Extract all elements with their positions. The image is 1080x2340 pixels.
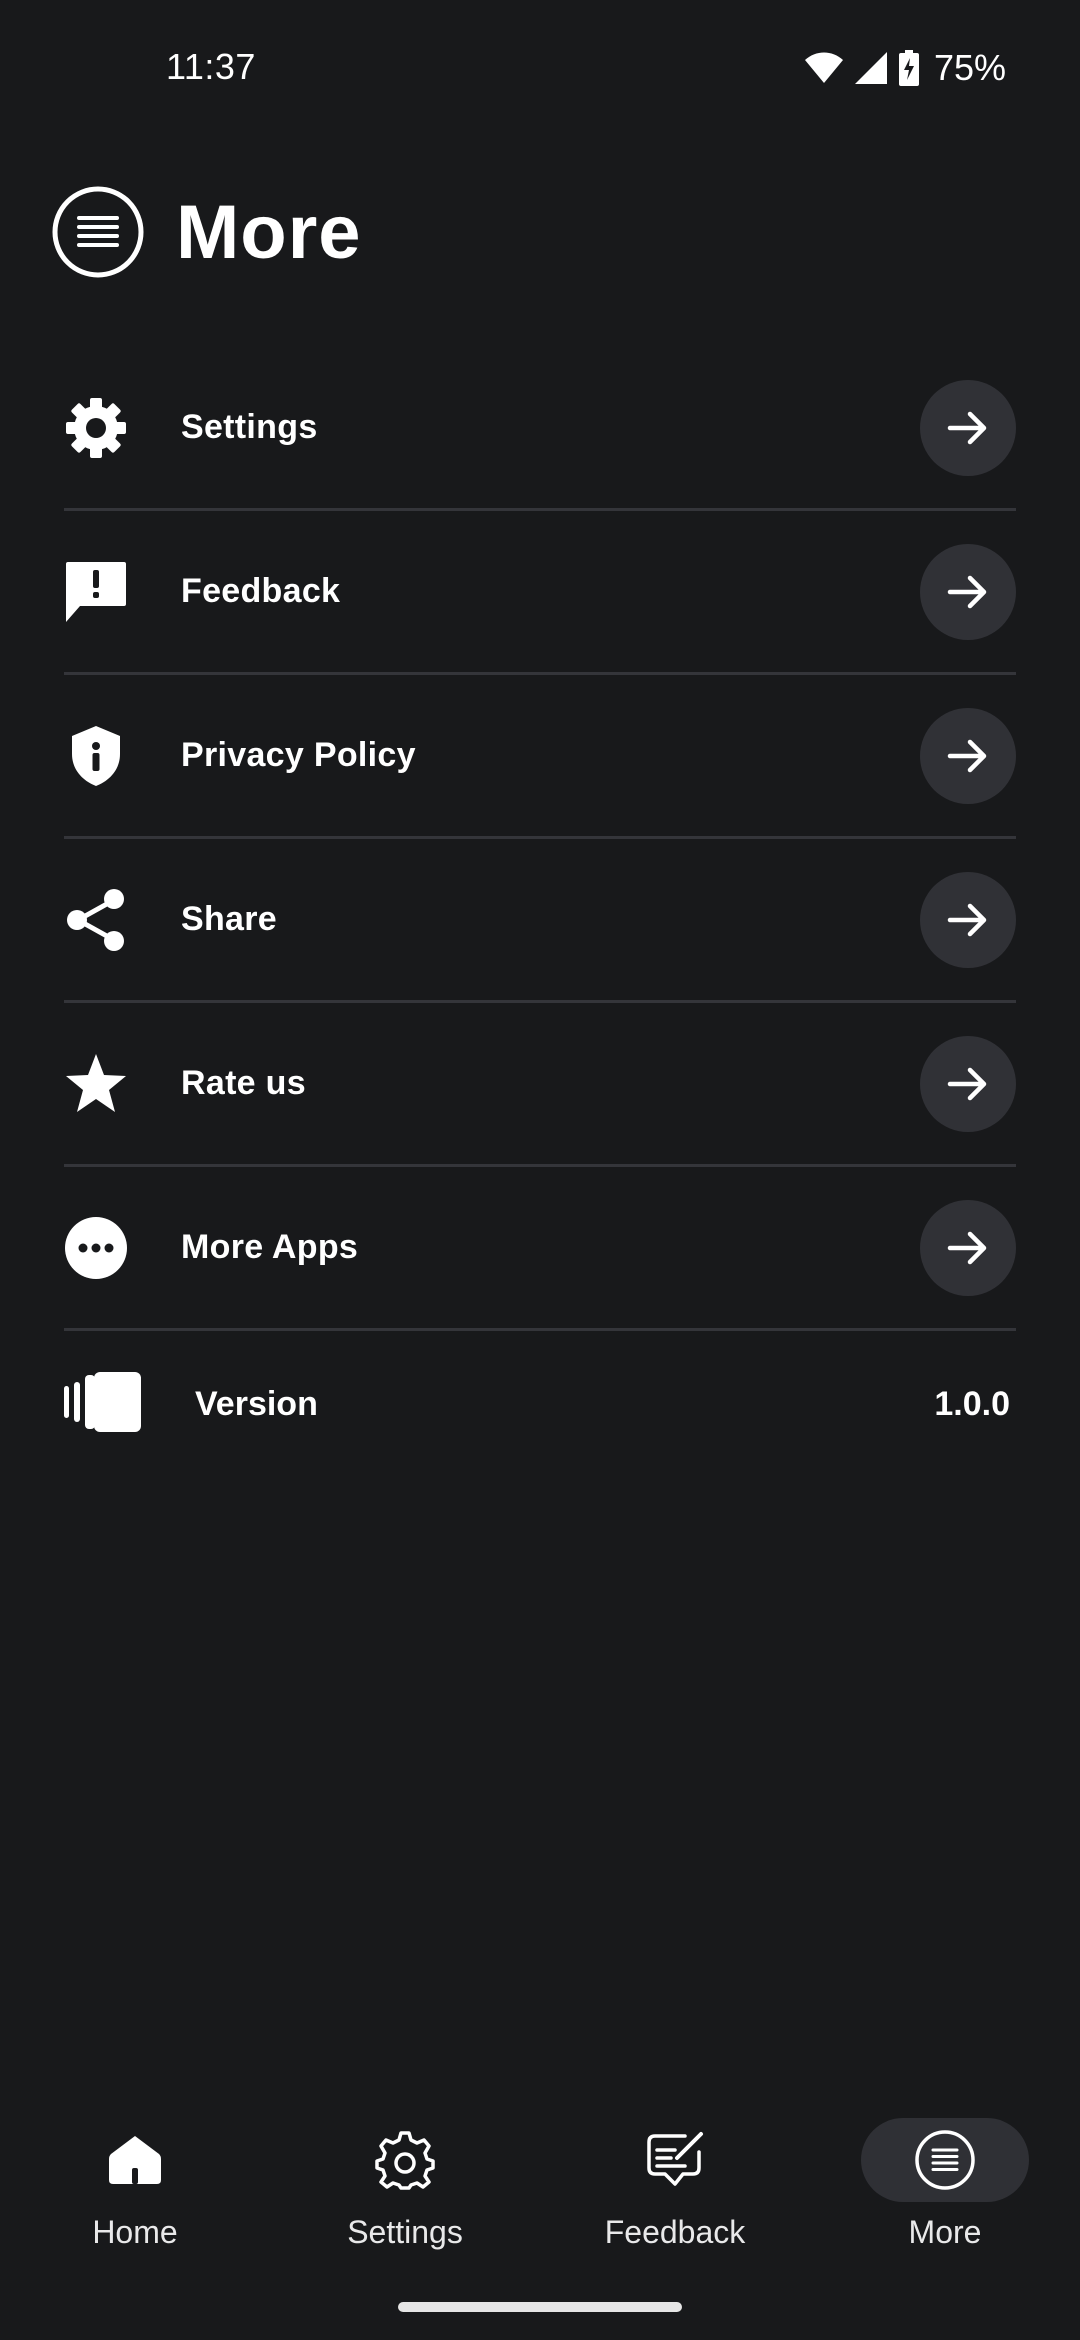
- menu-lines-circle-icon: [52, 186, 144, 278]
- version-row: Version 1.0.0: [64, 1331, 1016, 1477]
- version-label: Version: [195, 1384, 318, 1423]
- menu-item-label: Settings: [181, 408, 318, 446]
- signal-icon: [854, 51, 888, 85]
- page-title: More: [176, 189, 362, 275]
- status-icons: 75%: [804, 46, 1006, 90]
- menu-item-rate-us[interactable]: Rate us: [64, 1003, 1016, 1167]
- nav-item-more[interactable]: More: [855, 2100, 1035, 2260]
- nav-label: More: [908, 2214, 982, 2250]
- page-header: More: [52, 186, 362, 278]
- arrow-button[interactable]: [920, 1199, 1016, 1296]
- feedback-pen-icon: [647, 2132, 703, 2186]
- menu-item-label: Rate us: [181, 1064, 306, 1102]
- nav-label: Feedback: [604, 2214, 746, 2250]
- bottom-navigation: Home Settings Feedback More: [0, 2100, 1080, 2280]
- more-screen: 11:37 75% More Settings Feedback Privacy…: [0, 0, 1080, 2340]
- status-bar: 11:37 75%: [0, 0, 1080, 140]
- nav-item-home[interactable]: Home: [45, 2100, 225, 2260]
- more-dots-icon: [64, 1216, 128, 1280]
- gear-icon: [64, 396, 128, 460]
- feedback-icon: [64, 560, 128, 624]
- arrow-right-icon: [947, 903, 987, 936]
- arrow-right-icon: [947, 575, 987, 608]
- menu-item-label: More Apps: [181, 1228, 359, 1266]
- battery-percentage: 75%: [933, 47, 1006, 88]
- arrow-button[interactable]: [920, 707, 1016, 804]
- battery-charging-icon: [898, 50, 920, 86]
- menu-item-settings[interactable]: Settings: [64, 347, 1016, 511]
- menu-item-label: Feedback: [181, 572, 341, 610]
- cards-icon: [64, 1371, 142, 1437]
- arrow-button[interactable]: [920, 543, 1016, 640]
- menu-item-privacy-policy[interactable]: Privacy Policy: [64, 675, 1016, 839]
- gear-outline-icon: [375, 2131, 435, 2190]
- arrow-button[interactable]: [920, 379, 1016, 476]
- status-time: 11:37: [166, 46, 256, 87]
- share-icon: [64, 888, 128, 952]
- version-value: 1.0.0: [934, 1384, 1010, 1423]
- shield-info-icon: [64, 724, 128, 788]
- menu-item-label: Share: [181, 900, 277, 938]
- nav-item-feedback[interactable]: Feedback: [585, 2100, 765, 2260]
- star-icon: [64, 1052, 128, 1116]
- menu-item-share[interactable]: Share: [64, 839, 1016, 1003]
- arrow-button[interactable]: [920, 1035, 1016, 1132]
- arrow-right-icon: [947, 411, 987, 444]
- wifi-icon: [804, 51, 844, 85]
- menu-lines-circle-icon: [915, 2130, 975, 2190]
- menu-item-label: Privacy Policy: [181, 736, 416, 774]
- nav-label: Home: [92, 2214, 178, 2250]
- arrow-button[interactable]: [920, 871, 1016, 968]
- arrow-right-icon: [947, 1231, 987, 1264]
- home-indicator[interactable]: [398, 2302, 682, 2312]
- arrow-right-icon: [947, 1067, 987, 1100]
- menu-list: Settings Feedback Privacy Policy Share R…: [64, 347, 1016, 1477]
- nav-label: Settings: [347, 2214, 463, 2250]
- menu-item-feedback[interactable]: Feedback: [64, 511, 1016, 675]
- menu-item-more-apps[interactable]: More Apps: [64, 1167, 1016, 1331]
- arrow-right-icon: [947, 739, 987, 772]
- nav-item-settings[interactable]: Settings: [315, 2100, 495, 2260]
- home-icon: [109, 2136, 161, 2184]
